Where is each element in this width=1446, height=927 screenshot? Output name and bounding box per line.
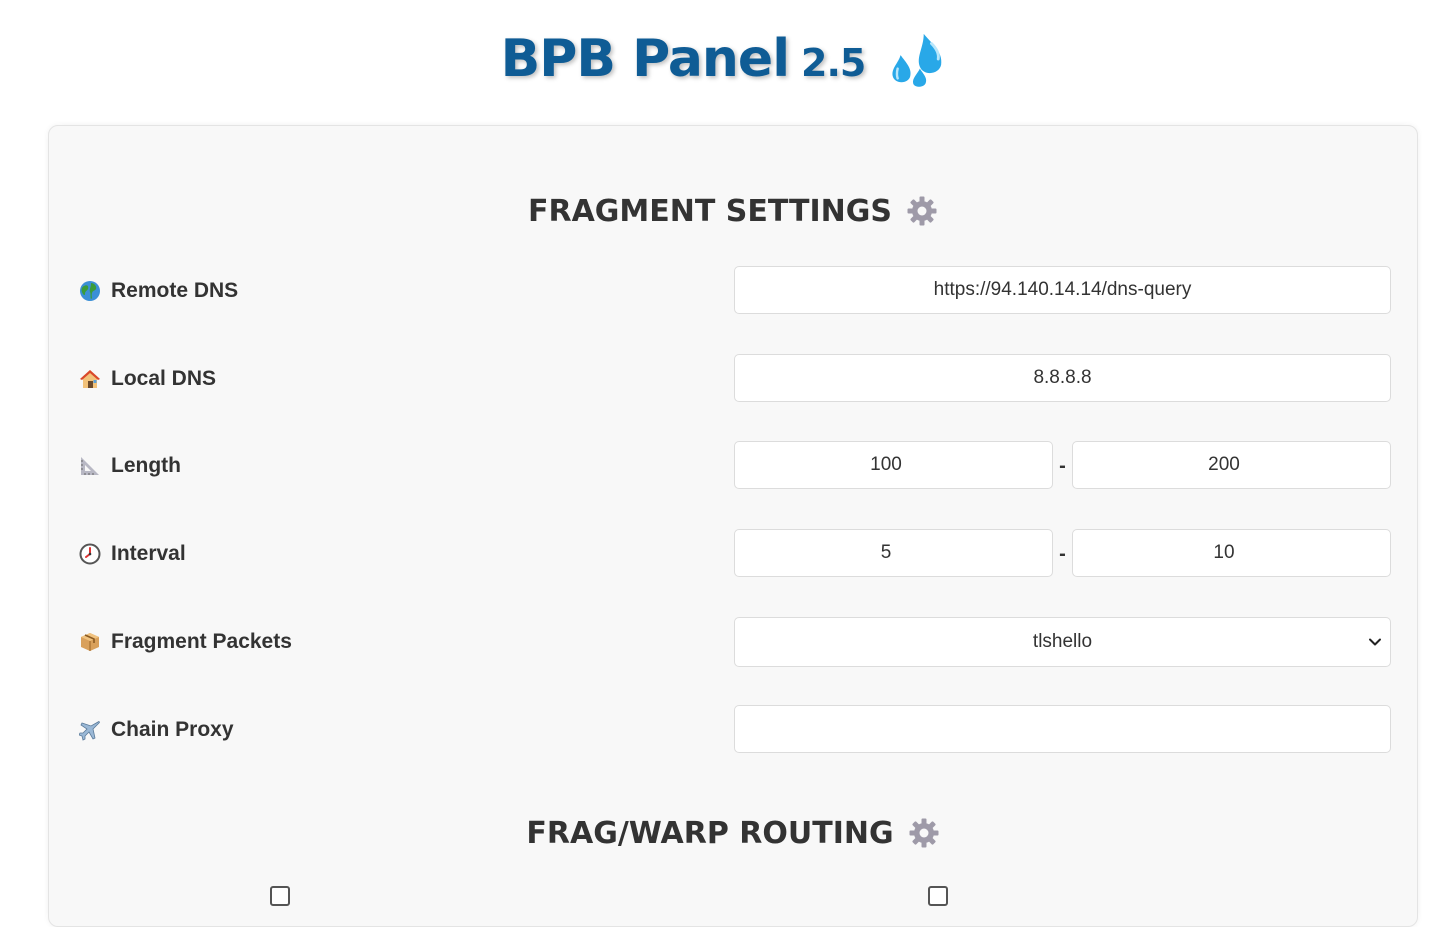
fragment-packets-selected-value: tlshello (1032, 631, 1093, 652)
fragment-packets-row: Fragment Packets tlshello (79, 617, 1391, 667)
routing-checkbox-left[interactable] (270, 886, 290, 906)
local-dns-row: Local DNS (79, 354, 1391, 404)
fragment-packets-label-text: Fragment Packets (111, 630, 292, 653)
interval-label: Interval (79, 529, 186, 579)
local-dns-label: Local DNS (79, 354, 216, 404)
interval-max-input[interactable] (1072, 529, 1391, 577)
remote-dns-label-text: Remote DNS (111, 279, 239, 302)
remote-dns-row: Remote DNS (79, 266, 1391, 316)
page-title: BPB Panel 2.5 (501, 29, 946, 89)
settings-card: FRAGMENT SETTINGS Remote DNS https://94.… (48, 125, 1418, 927)
length-separator: - (1059, 454, 1066, 477)
interval-label-text: Interval (111, 542, 186, 565)
chain-proxy-label: Chain Proxy (79, 705, 234, 755)
fragment-packets-label: Fragment Packets (79, 617, 292, 667)
routing-checkbox-right[interactable] (928, 886, 948, 906)
app-title: BPB Panel (500, 29, 790, 89)
fragment-settings-heading: FRAGMENT SETTINGS (49, 188, 1417, 234)
local-dns-label-text: Local DNS (111, 367, 217, 390)
routing-heading: FRAG/WARP ROUTING (49, 810, 1417, 856)
fragment-packets-select[interactable]: tlshello (734, 617, 1391, 667)
gear-icon (907, 196, 937, 226)
chain-proxy-input[interactable] (734, 705, 1391, 753)
fragment-settings-title: FRAGMENT SETTINGS (527, 193, 892, 229)
house-icon (80, 370, 100, 388)
page-header: BPB Panel 2.5 (0, 0, 1446, 120)
app-version: 2.5 (801, 41, 866, 85)
length-label-text: Length (111, 454, 181, 477)
remote-dns-input[interactable] (734, 266, 1391, 314)
local-dns-input[interactable] (734, 354, 1391, 402)
triangle-ruler-icon (81, 457, 99, 475)
routing-title: FRAG/WARP ROUTING (526, 815, 894, 851)
length-min-input[interactable] (734, 441, 1053, 489)
length-row: Length - (79, 441, 1391, 491)
clock-icon (79, 543, 101, 565)
package-icon (81, 633, 99, 651)
globe-icon (80, 281, 100, 301)
length-label: Length (79, 441, 181, 491)
interval-min-input[interactable] (734, 529, 1053, 577)
chain-proxy-row: Chain Proxy (79, 705, 1391, 755)
interval-row: Interval - (79, 529, 1391, 579)
chevron-down-icon (1369, 638, 1381, 646)
gear-icon (909, 818, 939, 848)
chain-proxy-label-text: Chain Proxy (111, 718, 234, 741)
length-max-input[interactable] (1072, 441, 1391, 489)
sweat-droplets-icon (892, 33, 942, 87)
airplane-icon (79, 721, 100, 741)
interval-separator: - (1059, 542, 1066, 565)
remote-dns-label: Remote DNS (79, 266, 238, 316)
